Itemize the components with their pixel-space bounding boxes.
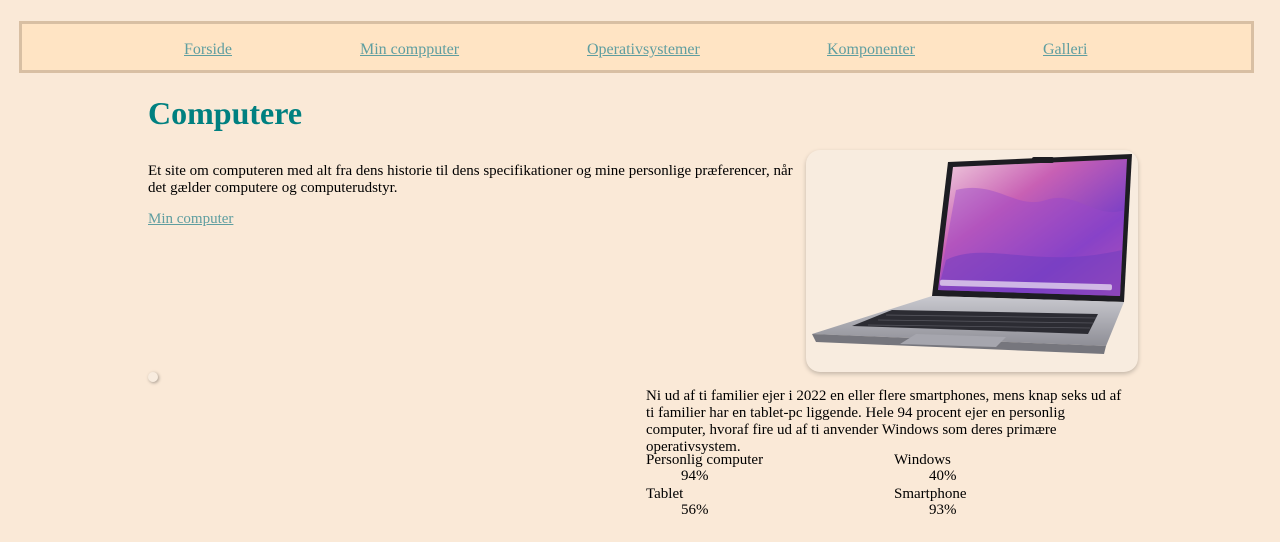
stat-label: Windows bbox=[894, 452, 951, 468]
stat-label: Smartphone bbox=[894, 486, 967, 502]
nav-link-min-compputer[interactable]: Min compputer bbox=[360, 41, 459, 59]
nav-link-forside[interactable]: Forside bbox=[184, 41, 232, 59]
stat-label: Personlig computer bbox=[646, 452, 764, 468]
stat-personlig-computer: Personlig computer 94% bbox=[646, 452, 763, 484]
stat-value: 56% bbox=[681, 502, 709, 518]
stat-label: Tablet bbox=[646, 486, 684, 502]
stat-windows: Windows 40% bbox=[894, 452, 957, 484]
min-computer-link[interactable]: Min computer bbox=[148, 211, 233, 228]
nav-link-galleri[interactable]: Galleri bbox=[1043, 41, 1087, 59]
stat-value: 93% bbox=[929, 502, 957, 518]
laptop-photo bbox=[806, 150, 1138, 372]
carousel-dot[interactable] bbox=[148, 372, 158, 382]
stat-tablet: Tablet 56% bbox=[646, 486, 709, 518]
nav-link-operativsystemer[interactable]: Operativsystemer bbox=[587, 41, 700, 59]
nav-link-komponenter[interactable]: Komponenter bbox=[827, 41, 915, 59]
laptop-icon bbox=[812, 154, 1132, 354]
stat-smartphone: Smartphone 93% bbox=[894, 486, 967, 518]
stat-value: 94% bbox=[681, 468, 709, 484]
stat-value: 40% bbox=[929, 468, 957, 484]
intro-paragraph: Et site om computeren med alt fra dens h… bbox=[148, 163, 793, 196]
stats-paragraph: Ni ud af ti familier ejer i 2022 en elle… bbox=[646, 388, 1122, 455]
page-title: Computere bbox=[148, 95, 303, 131]
top-navigation: Forside Min compputer Operativsystemer K… bbox=[19, 21, 1254, 73]
